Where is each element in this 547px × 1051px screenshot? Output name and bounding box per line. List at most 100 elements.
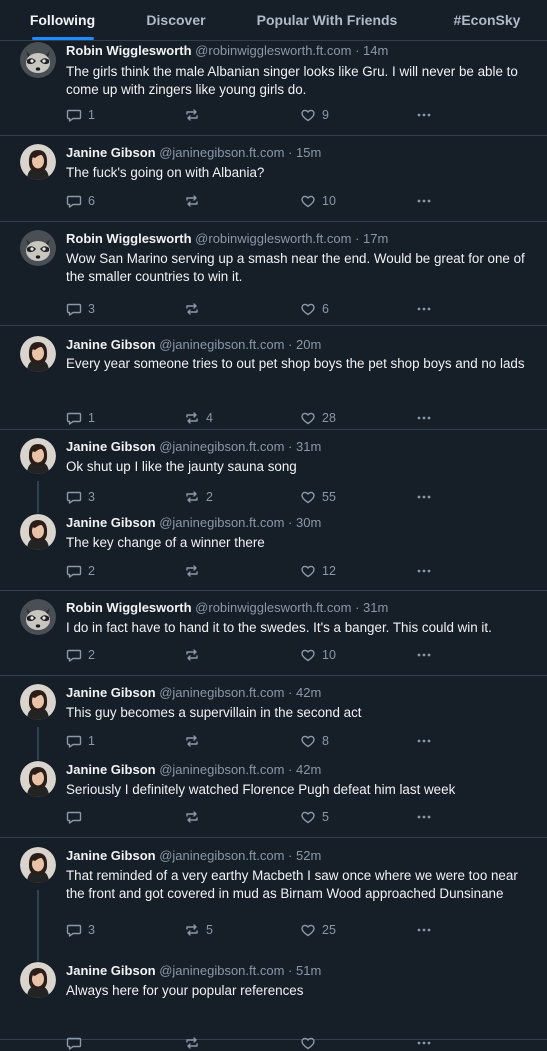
- post-time[interactable]: 42m: [296, 762, 321, 777]
- author-avatar[interactable]: [20, 761, 56, 797]
- tab-econsky[interactable]: #EconSky: [427, 0, 547, 40]
- repost-button[interactable]: [184, 301, 206, 317]
- feed-post[interactable]: Robin Wigglesworth @robinwigglesworth.ft…: [0, 40, 547, 136]
- author-handle[interactable]: @janinegibson.ft.com: [159, 963, 284, 978]
- author-handle[interactable]: @janinegibson.ft.com: [159, 685, 284, 700]
- author-handle[interactable]: @robinwigglesworth.ft.com: [195, 43, 351, 58]
- author-name[interactable]: Janine Gibson: [66, 439, 156, 454]
- like-button[interactable]: 5: [300, 809, 329, 825]
- post-time[interactable]: 52m: [296, 848, 321, 863]
- post-time[interactable]: 51m: [296, 963, 321, 978]
- more-options-button[interactable]: [416, 1035, 432, 1051]
- like-button[interactable]: 10: [300, 193, 336, 209]
- like-button[interactable]: 10: [300, 647, 336, 663]
- author-name[interactable]: Janine Gibson: [66, 337, 156, 352]
- author-name[interactable]: Janine Gibson: [66, 848, 156, 863]
- repost-button[interactable]: [184, 647, 206, 663]
- tab-following[interactable]: Following: [0, 0, 125, 40]
- more-options-button[interactable]: [416, 410, 432, 426]
- post-time[interactable]: 31m: [296, 439, 321, 454]
- author-handle[interactable]: @janinegibson.ft.com: [159, 515, 284, 530]
- author-avatar[interactable]: [20, 514, 56, 550]
- feed-post[interactable]: Janine Gibson @janinegibson.ft.com · 42m…: [0, 753, 547, 838]
- feed-post[interactable]: Janine Gibson @janinegibson.ft.com · 31m…: [0, 430, 547, 506]
- more-options-button[interactable]: [416, 489, 432, 505]
- author-name[interactable]: Robin Wigglesworth: [66, 231, 192, 246]
- post-time[interactable]: 31m: [363, 600, 388, 615]
- more-options-button[interactable]: [416, 809, 432, 825]
- author-name[interactable]: Janine Gibson: [66, 963, 156, 978]
- author-avatar[interactable]: [20, 144, 56, 180]
- more-options-button[interactable]: [416, 922, 432, 938]
- reply-button[interactable]: 3: [66, 922, 95, 938]
- feed-post[interactable]: Janine Gibson @janinegibson.ft.com · 20m…: [0, 326, 547, 430]
- reply-button[interactable]: 1: [66, 410, 95, 426]
- like-button[interactable]: 25: [300, 922, 336, 938]
- raccoon-avatar[interactable]: [20, 230, 56, 266]
- more-options-button[interactable]: [416, 563, 432, 579]
- more-options-button[interactable]: [416, 193, 432, 209]
- like-button[interactable]: 28: [300, 410, 336, 426]
- author-handle[interactable]: @janinegibson.ft.com: [159, 848, 284, 863]
- post-time[interactable]: 15m: [296, 145, 321, 160]
- author-name[interactable]: Janine Gibson: [66, 145, 156, 160]
- tab-discover[interactable]: Discover: [125, 0, 227, 40]
- author-avatar[interactable]: [20, 847, 56, 883]
- like-button[interactable]: 9: [300, 107, 329, 123]
- feed-post[interactable]: Janine Gibson @janinegibson.ft.com · 42m…: [0, 676, 547, 753]
- more-options-button[interactable]: [416, 733, 432, 749]
- author-avatar[interactable]: [20, 336, 56, 372]
- reply-button[interactable]: [66, 809, 88, 825]
- author-handle[interactable]: @janinegibson.ft.com: [159, 145, 284, 160]
- feed-post[interactable]: Janine Gibson @janinegibson.ft.com · 52m…: [0, 838, 547, 951]
- repost-button[interactable]: [184, 107, 206, 123]
- feed-post[interactable]: Robin Wigglesworth @robinwigglesworth.ft…: [0, 591, 547, 676]
- like-button[interactable]: 8: [300, 733, 329, 749]
- author-avatar[interactable]: [20, 438, 56, 474]
- reply-button[interactable]: 2: [66, 647, 95, 663]
- author-handle[interactable]: @robinwigglesworth.ft.com: [195, 600, 351, 615]
- tab-popular-with-friends[interactable]: Popular With Friends: [227, 0, 427, 40]
- repost-button[interactable]: [184, 809, 206, 825]
- reply-button[interactable]: 1: [66, 107, 95, 123]
- like-button[interactable]: 12: [300, 563, 336, 579]
- repost-button[interactable]: [184, 193, 206, 209]
- raccoon-avatar[interactable]: [20, 599, 56, 635]
- raccoon-avatar[interactable]: [20, 42, 56, 78]
- reply-button[interactable]: 6: [66, 193, 95, 209]
- reply-button[interactable]: 2: [66, 563, 95, 579]
- repost-button[interactable]: [184, 563, 206, 579]
- feed-post[interactable]: Janine Gibson @janinegibson.ft.com · 51m…: [0, 951, 547, 1050]
- repost-button[interactable]: 5: [184, 922, 213, 938]
- author-name[interactable]: Robin Wigglesworth: [66, 43, 192, 58]
- repost-button[interactable]: [184, 733, 206, 749]
- author-handle[interactable]: @robinwigglesworth.ft.com: [195, 231, 351, 246]
- post-time[interactable]: 17m: [363, 231, 388, 246]
- author-avatar[interactable]: [20, 684, 56, 720]
- more-options-button[interactable]: [416, 301, 432, 317]
- author-name[interactable]: Janine Gibson: [66, 685, 156, 700]
- author-name[interactable]: Janine Gibson: [66, 762, 156, 777]
- repost-button[interactable]: 2: [184, 489, 213, 505]
- more-options-button[interactable]: [416, 647, 432, 663]
- feed-post[interactable]: Janine Gibson @janinegibson.ft.com · 15m…: [0, 136, 547, 222]
- feed-post[interactable]: Janine Gibson @janinegibson.ft.com · 30m…: [0, 506, 547, 591]
- author-handle[interactable]: @janinegibson.ft.com: [159, 337, 284, 352]
- author-avatar[interactable]: [20, 962, 56, 998]
- post-time[interactable]: 42m: [296, 685, 321, 700]
- like-button[interactable]: [300, 1035, 322, 1051]
- post-time[interactable]: 30m: [296, 515, 321, 530]
- like-button[interactable]: 6: [300, 301, 329, 317]
- post-time[interactable]: 20m: [296, 337, 321, 352]
- repost-button[interactable]: 4: [184, 410, 213, 426]
- like-button[interactable]: 55: [300, 489, 336, 505]
- author-handle[interactable]: @janinegibson.ft.com: [159, 762, 284, 777]
- author-name[interactable]: Robin Wigglesworth: [66, 600, 192, 615]
- repost-button[interactable]: [184, 1035, 206, 1051]
- reply-button[interactable]: [66, 1035, 88, 1051]
- author-handle[interactable]: @janinegibson.ft.com: [159, 439, 284, 454]
- more-options-button[interactable]: [416, 107, 432, 123]
- reply-button[interactable]: 1: [66, 733, 95, 749]
- post-time[interactable]: 14m: [363, 43, 388, 58]
- reply-button[interactable]: 3: [66, 301, 95, 317]
